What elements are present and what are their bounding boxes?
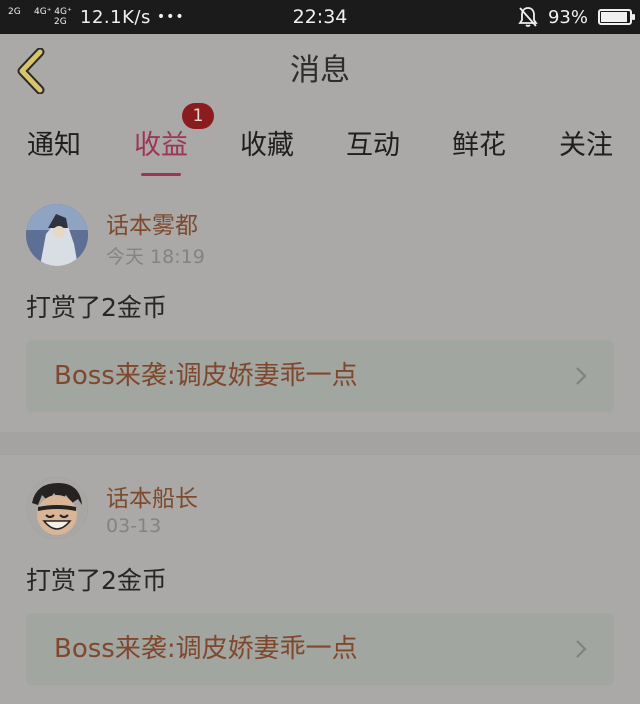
story-link[interactable]: Boss来袭:调皮娇妻乖一点 [26,340,614,412]
tab-interactions[interactable]: 互动 [333,124,413,168]
nav-bar: 消息 [0,34,640,109]
tab-label: 收益 [134,130,188,161]
story-link[interactable]: Boss来袭:调皮娇妻乖一点 [26,613,614,685]
chevron-right-icon [576,640,587,658]
tab-following[interactable]: 关注 [546,124,626,168]
unread-badge: 1 [182,103,214,129]
tab-label: 通知 [27,130,81,161]
active-tab-indicator [141,173,181,176]
user-name[interactable]: 话本雾都 [106,206,198,240]
tab-flowers[interactable]: 鲜花 [439,124,519,168]
avatar[interactable] [26,477,88,539]
notification-card: 话本雾都 今天 18:19 打赏了2金币 Boss来袭:调皮娇妻乖一点 [0,182,640,432]
tab-label: 关注 [559,130,613,161]
tab-notify[interactable]: 通知 [14,124,94,168]
user-name[interactable]: 话本船长 [106,479,198,513]
tab-bar: 通知 收益 收藏 互动 鲜花 关注 [0,108,640,182]
status-right: 93% [518,0,635,34]
tab-favorites[interactable]: 收藏 [227,124,307,168]
chevron-right-icon [576,367,587,385]
tab-earnings[interactable]: 收益 [121,124,201,176]
status-bar: 2G 4G⁺ 4G⁺ 2G 12.1K/s ••• 22:34 93% [0,0,640,34]
timestamp: 今天 18:19 [106,246,205,268]
notification-card: 话本船长 03-13 打赏了2金币 Boss来袭:调皮娇妻乖一点 [0,454,640,704]
tab-label: 收藏 [240,130,294,161]
tab-label: 互动 [346,130,400,161]
story-title: Boss来袭:调皮娇妻乖一点 [54,634,358,664]
section-divider [0,432,640,454]
page-title: 消息 [290,53,350,88]
battery-icon [598,9,635,25]
story-title: Boss来袭:调皮娇妻乖一点 [54,361,358,391]
user-avatar-icon [26,477,88,539]
message-text: 打赏了2金币 [26,566,167,595]
avatar[interactable] [26,204,88,266]
battery-percent: 93% [547,6,588,28]
timestamp: 03-13 [106,515,162,537]
tab-label: 鲜花 [452,130,506,161]
user-avatar-icon [26,204,88,266]
bell-muted-icon [518,7,538,27]
message-text: 打赏了2金币 [26,293,167,322]
